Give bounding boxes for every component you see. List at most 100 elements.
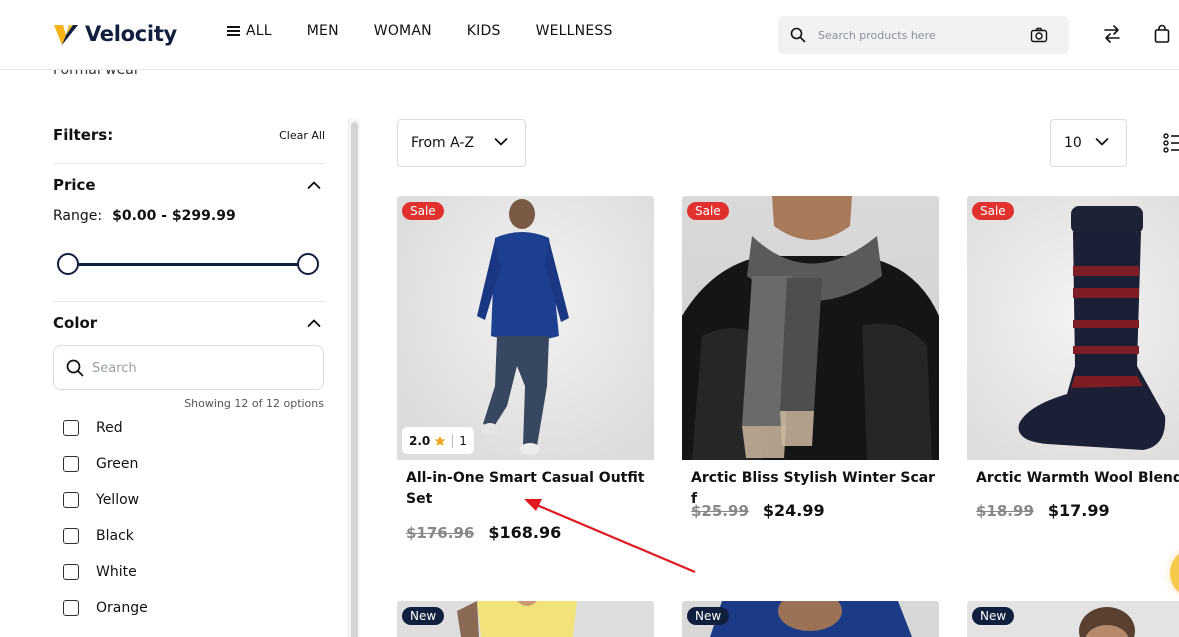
clear-all-button[interactable]: Clear All	[279, 129, 325, 142]
option-label: Green	[96, 456, 139, 472]
sale-price: $168.96	[488, 523, 562, 542]
color-option-yellow[interactable]: Yellow	[63, 492, 139, 508]
site-header: Velocity ALL MEN WOMAN KIDS WELLNESS	[0, 0, 1179, 70]
product-name[interactable]: All-in-One Smart Casual Outfit Set	[406, 468, 651, 510]
hamburger-icon	[227, 26, 240, 36]
sale-badge: Sale	[402, 202, 444, 220]
filters-title: Filters:	[53, 126, 114, 144]
option-label: White	[96, 564, 137, 580]
color-option-white[interactable]: White	[63, 564, 137, 580]
list-view-icon[interactable]	[1163, 133, 1179, 153]
product-card[interactable]: Sale Arctic Warmth Wool Blend S $18.99 $…	[967, 196, 1179, 536]
product-photo-socks	[1018, 206, 1166, 450]
price-slider-min-handle[interactable]	[57, 253, 79, 275]
search-icon	[66, 359, 84, 377]
range-value: $0.00 - $299.99	[112, 208, 236, 224]
price-slider-max-handle[interactable]	[297, 253, 319, 275]
checkbox[interactable]	[63, 528, 79, 544]
color-option-black[interactable]: Black	[63, 528, 134, 544]
nav-kids[interactable]: KIDS	[467, 23, 501, 39]
product-image[interactable]: New	[967, 601, 1179, 637]
chevron-up-icon[interactable]	[307, 318, 321, 328]
nav-all[interactable]: ALL	[227, 23, 272, 39]
nav-men[interactable]: MEN	[307, 23, 339, 39]
color-option-green[interactable]: Green	[63, 456, 138, 472]
new-badge: New	[687, 607, 730, 625]
product-prices: $25.99 $24.99	[691, 501, 825, 520]
new-badge: New	[972, 607, 1015, 625]
sale-badge: Sale	[972, 202, 1014, 220]
product-card[interactable]: New	[967, 601, 1179, 637]
chevron-up-icon[interactable]	[307, 180, 321, 190]
rating-badge: 2.0 1	[402, 427, 474, 454]
price-range: Range: $0.00 - $299.99	[53, 208, 236, 224]
sale-price: $24.99	[762, 501, 825, 520]
product-prices: $18.99 $17.99	[976, 501, 1110, 520]
option-label: Red	[96, 420, 123, 436]
product-card[interactable]: New	[397, 601, 654, 637]
nav-wellness[interactable]: WELLNESS	[536, 23, 613, 39]
product-image[interactable]: New	[397, 601, 654, 637]
review-count: 1	[459, 433, 467, 448]
compare-arrows-icon[interactable]	[1103, 24, 1121, 44]
option-label: Black	[96, 528, 134, 544]
price-section-title[interactable]: Price	[53, 176, 96, 194]
checkbox[interactable]	[63, 492, 79, 508]
product-image[interactable]: New	[682, 601, 939, 637]
option-label: Orange	[96, 600, 148, 616]
product-photo-scarf	[682, 196, 939, 460]
per-page-select[interactable]: 10	[1050, 119, 1127, 167]
sidebar-scrollbar-thumb[interactable]	[351, 122, 358, 637]
divider	[53, 301, 325, 302]
sort-value: From A-Z	[411, 135, 475, 151]
chevron-down-icon	[494, 138, 508, 146]
original-price: $25.99	[691, 502, 749, 520]
product-search	[778, 16, 1069, 54]
main-nav: ALL MEN WOMAN KIDS WELLNESS	[227, 23, 613, 39]
product-card[interactable]: Sale 2.0 1 All-in-One Smart Casual Outfi…	[397, 196, 654, 556]
color-option-red[interactable]: Red	[63, 420, 123, 436]
color-section-title[interactable]: Color	[53, 314, 97, 332]
floating-widget[interactable]	[1170, 548, 1179, 598]
velocity-logo-icon	[54, 25, 78, 45]
checkbox[interactable]	[63, 420, 79, 436]
product-image[interactable]: Sale 2.0 1	[397, 196, 654, 460]
original-price: $18.99	[976, 502, 1034, 520]
chevron-down-icon	[1095, 138, 1109, 146]
camera-icon[interactable]	[1030, 26, 1048, 44]
rating-value: 2.0	[409, 433, 431, 448]
range-label: Range:	[53, 208, 103, 224]
checkbox[interactable]	[63, 600, 79, 616]
checkbox[interactable]	[63, 456, 79, 472]
shopping-bag-icon[interactable]	[1154, 24, 1170, 44]
per-page-value: 10	[1064, 135, 1082, 151]
product-card[interactable]: New	[682, 601, 939, 637]
new-badge: New	[402, 607, 445, 625]
color-search-input[interactable]	[92, 357, 292, 379]
search-input[interactable]	[818, 24, 1018, 46]
divider	[53, 163, 325, 164]
options-count: Showing 12 of 12 options	[184, 397, 324, 410]
rating-separator	[452, 433, 454, 448]
price-slider-track[interactable]	[67, 263, 309, 266]
product-card[interactable]: Sale Arctic Bliss Stylish Winter Scarf $…	[682, 196, 939, 536]
checkbox[interactable]	[63, 564, 79, 580]
product-image[interactable]: Sale	[967, 196, 1179, 460]
product-prices: $176.96 $168.96	[406, 523, 561, 542]
nav-woman[interactable]: WOMAN	[374, 23, 432, 39]
search-icon	[790, 27, 806, 43]
sale-badge: Sale	[687, 202, 729, 220]
filters-header: Filters: Clear All	[53, 126, 325, 144]
product-name[interactable]: Arctic Warmth Wool Blend S	[976, 468, 1179, 489]
brand-name: Velocity	[85, 22, 177, 46]
color-search	[53, 345, 324, 390]
option-label: Yellow	[96, 492, 140, 508]
sale-price: $17.99	[1047, 501, 1110, 520]
color-option-orange[interactable]: Orange	[63, 600, 148, 616]
product-image[interactable]: Sale	[682, 196, 939, 460]
star-icon	[434, 435, 446, 446]
nav-all-label: ALL	[246, 23, 272, 39]
brand-logo[interactable]: Velocity	[53, 19, 177, 49]
original-price: $176.96	[406, 524, 475, 542]
sort-select[interactable]: From A-Z	[397, 119, 526, 167]
